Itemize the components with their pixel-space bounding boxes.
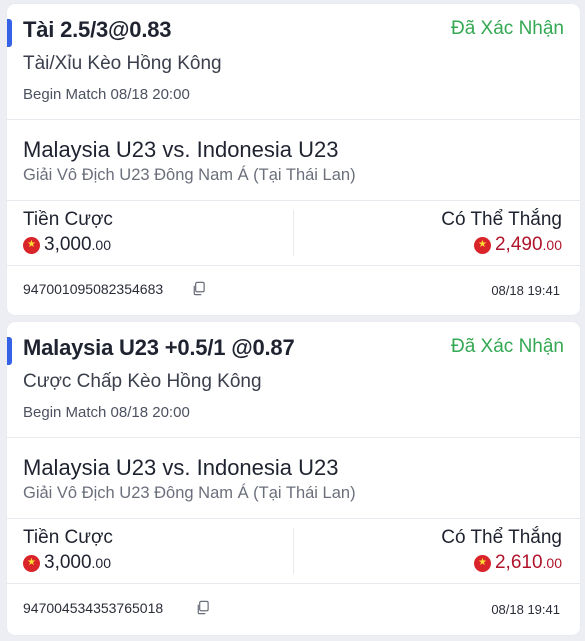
potential-win-label: Có Thể Thắng <box>441 527 562 548</box>
divider <box>7 518 580 519</box>
divider <box>7 437 580 438</box>
stake-amount: ★ 3,000.00 <box>23 552 111 574</box>
bet-odds: 0.83 <box>129 17 172 42</box>
league-name: Giải Vô Địch U23 Đông Nam Á (Tại Thái La… <box>23 166 356 184</box>
ticket-id: 947001095082354683 <box>23 281 164 297</box>
divider <box>7 583 580 584</box>
status-badge: Đã Xác Nhận <box>450 336 564 357</box>
vertical-divider <box>293 210 294 256</box>
bet-card[interactable]: Malaysia U23 +0.5/1 @0.87 Đã Xác Nhận Cư… <box>7 322 580 635</box>
win-amount-value: 2,490 <box>494 234 543 255</box>
vietnam-flag-coin-icon: ★ <box>23 554 40 572</box>
potential-win-label: Có Thể Thắng <box>441 209 562 230</box>
potential-win-amount: ★ 2,490.00 <box>473 234 562 256</box>
vietnam-flag-coin-icon: ★ <box>473 236 491 254</box>
match-start-time: Begin Match 08/18 20:00 <box>23 86 190 103</box>
market-type: Tài/Xỉu Kèo Hồng Kông <box>23 53 222 74</box>
copy-icon[interactable] <box>195 600 210 615</box>
stake-amount-decimals: .00 <box>91 555 112 571</box>
vietnam-flag-coin-icon: ★ <box>473 554 491 572</box>
win-amount-decimals: .00 <box>542 237 562 253</box>
match-name: Malaysia U23 vs. Indonesia U23 <box>23 137 339 162</box>
copy-icon[interactable] <box>191 281 206 296</box>
divider <box>7 265 580 266</box>
bet-selection-title: Tài 2.5/3@0.83 <box>23 17 172 43</box>
stake-amount: ★ 3,000.00 <box>23 234 111 256</box>
win-amount-decimals: .00 <box>542 555 562 571</box>
stake-amount-value: 3,000 <box>44 234 92 255</box>
ticket-id: 947004534353765018 <box>23 600 164 616</box>
status-badge: Đã Xác Nhận <box>450 18 564 39</box>
match-start-time: Begin Match 08/18 20:00 <box>23 404 190 421</box>
bet-timestamp: 08/18 19:41 <box>491 602 560 617</box>
bet-card[interactable]: Tài 2.5/3@0.83 Đã Xác Nhận Tài/Xỉu Kèo H… <box>7 4 580 315</box>
bet-selection: Tài 2.5/3 <box>23 17 109 42</box>
stake-label: Tiền Cược <box>23 527 113 548</box>
stake-amount-decimals: .00 <box>91 237 112 253</box>
divider <box>7 119 580 120</box>
potential-win-amount: ★ 2,610.00 <box>473 552 562 574</box>
stake-amount-value: 3,000 <box>44 552 92 573</box>
stake-label: Tiền Cược <box>23 209 113 230</box>
odds-at: @ <box>231 335 253 360</box>
vietnam-flag-coin-icon: ★ <box>23 236 40 254</box>
market-type: Cược Chấp Kèo Hồng Kông <box>23 371 262 392</box>
divider <box>7 200 580 201</box>
odds-at: @ <box>108 17 130 42</box>
bet-timestamp: 08/18 19:41 <box>491 283 560 298</box>
bet-odds: 0.87 <box>252 335 295 360</box>
league-name: Giải Vô Địch U23 Đông Nam Á (Tại Thái La… <box>23 484 356 502</box>
card-accent-bar <box>7 337 12 365</box>
win-amount-value: 2,610 <box>494 552 543 573</box>
vertical-divider <box>293 528 294 574</box>
bet-selection: Malaysia U23 +0.5/1 <box>23 335 226 360</box>
bet-selection-title: Malaysia U23 +0.5/1 @0.87 <box>23 335 295 361</box>
card-accent-bar <box>7 19 12 47</box>
match-name: Malaysia U23 vs. Indonesia U23 <box>23 455 339 480</box>
